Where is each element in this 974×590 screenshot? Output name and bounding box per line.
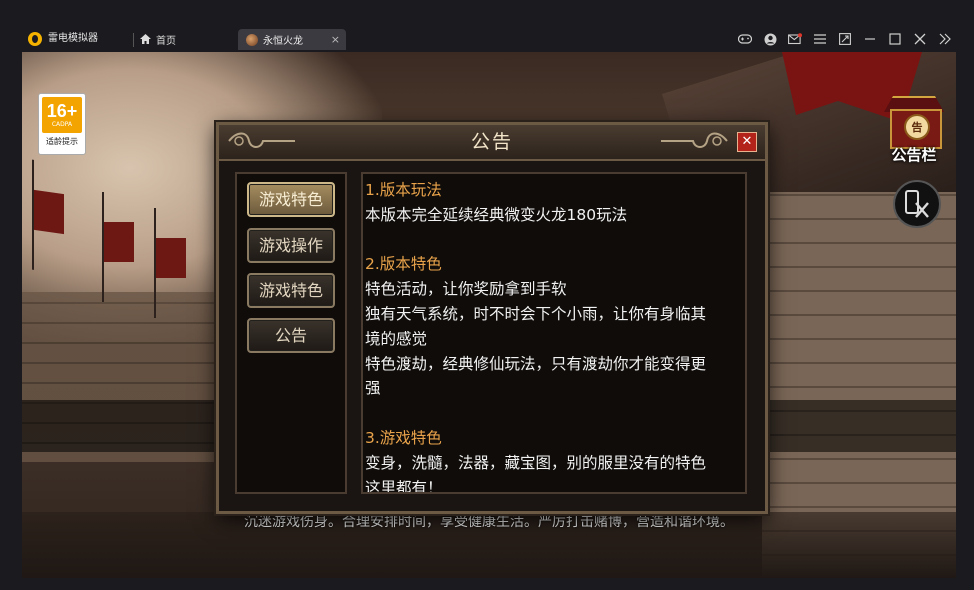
dialog-close-button[interactable]: ✕: [737, 132, 757, 152]
app-logo-icon: [28, 32, 42, 46]
age-rating-org: CADPA: [51, 121, 73, 128]
user-icon[interactable]: [763, 32, 777, 46]
menu-button-announcement[interactable]: 公告: [247, 318, 335, 353]
home-icon: [140, 34, 151, 44]
tab-game-label: 永恒火龙: [263, 36, 303, 47]
section-heading: 3.游戏特色: [365, 428, 442, 447]
notice-board-button[interactable]: 告 公告栏: [878, 96, 950, 164]
section-line: 特色活动，让你奖励拿到手软: [365, 280, 567, 299]
announcement-text: 1.版本玩法 本版本完全延续经典微变火龙180玩法 2.版本特色 特色活动，让你…: [365, 178, 737, 494]
health-notice: 沉迷游戏伤身。合理安排时间，享受健康生活。严厉打击赌博，营造和谐环境。: [244, 514, 734, 530]
announcement-content[interactable]: 1.版本玩法 本版本完全延续经典微变火龙180玩法 2.版本特色 特色活动，让你…: [361, 172, 747, 494]
menu-button-game-controls[interactable]: 游戏操作: [247, 228, 335, 263]
dialog-header: 公告 ✕: [219, 125, 765, 161]
game-tab-icon: [246, 33, 258, 46]
close-window-icon[interactable]: [913, 32, 927, 46]
tab-home-label: 首页: [156, 35, 176, 47]
section-heading: 2.版本特色: [365, 255, 442, 274]
tab-game[interactable]: 永恒火龙 ×: [238, 29, 346, 50]
emulator-titlebar: 雷电模拟器 首页 永恒火龙 ×: [0, 0, 974, 52]
announcement-dialog: 公告 ✕ 游戏特色 游戏操作 游戏特色 公告 1.版本玩法 本版本完全延续经典微…: [216, 122, 768, 514]
screenshot-icon[interactable]: [838, 32, 852, 46]
app-name: 雷电模拟器: [48, 33, 98, 44]
section-line: 强: [365, 379, 381, 398]
menu-button-game-features[interactable]: 游戏特色: [247, 182, 335, 217]
background-flag: [34, 189, 64, 235]
notice-board-label: 公告栏: [891, 146, 937, 164]
section-line: 特色渡劫，经典修仙玩法，只有渡劫你才能变得更: [365, 354, 707, 373]
tab-divider: [133, 33, 134, 47]
minimize-icon[interactable]: [863, 32, 877, 46]
age-rating-note: 适龄提示: [46, 137, 78, 146]
dialog-menu: 游戏特色 游戏操作 游戏特色 公告: [235, 172, 347, 494]
notice-coin-icon: 告: [904, 114, 930, 140]
section-line: 境的感觉: [365, 329, 428, 348]
tab-close-icon[interactable]: ×: [331, 33, 340, 46]
section-line: 这里都有！: [365, 478, 443, 494]
dialog-title: 公告: [470, 131, 513, 153]
settings-tools-button[interactable]: [893, 180, 941, 228]
game-viewport[interactable]: 16+ CADPA 适龄提示 告 公告栏 沉迷游戏伤身。合理安排时间，享受健康生…: [22, 52, 956, 578]
age-rating-number: 16+: [46, 101, 78, 121]
menu-icon[interactable]: [813, 32, 827, 46]
section-line: 独有天气系统，时不时会下个小雨，让你有身临其: [365, 304, 707, 323]
tab-home[interactable]: 首页: [140, 29, 176, 49]
background-flag: [102, 192, 134, 302]
age-rating-top: 16+ CADPA: [42, 97, 82, 133]
section-line: 变身，洗髓，法器，藏宝图，别的服里没有的特色: [365, 453, 707, 472]
maximize-icon[interactable]: [888, 32, 902, 46]
age-rating-badge: 16+ CADPA 适龄提示: [38, 93, 86, 155]
section-heading: 1.版本玩法: [365, 181, 442, 199]
window-controls: [738, 30, 952, 48]
gamepad-icon[interactable]: [738, 32, 752, 46]
menu-button-game-features-2[interactable]: 游戏特色: [247, 273, 335, 308]
section-line: 本版本完全延续经典微变火龙180玩法: [365, 205, 628, 224]
mail-icon[interactable]: [788, 32, 802, 46]
background-flag: [154, 208, 186, 318]
expand-sidebar-icon[interactable]: [938, 32, 952, 46]
phone-tools-icon: [905, 190, 929, 218]
